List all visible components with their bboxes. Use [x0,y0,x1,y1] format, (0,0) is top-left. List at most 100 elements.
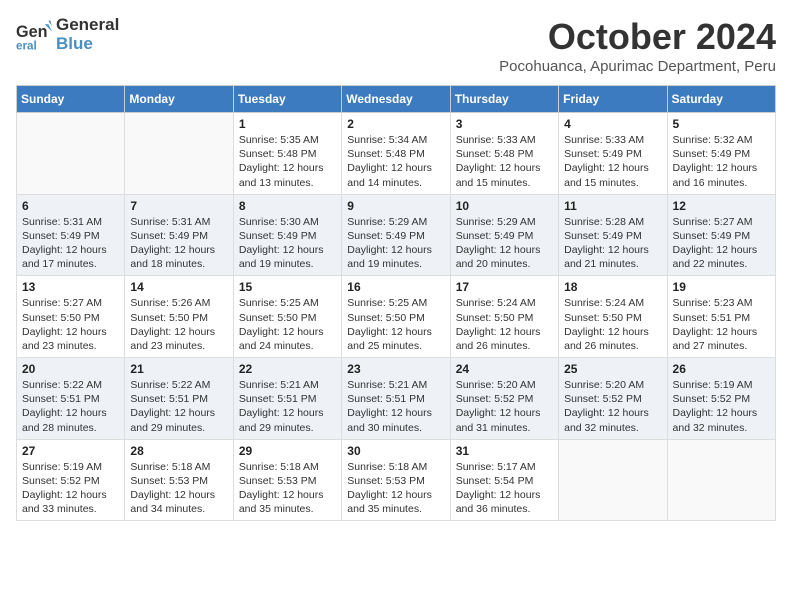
calendar-cell: 11Sunrise: 5:28 AMSunset: 5:49 PMDayligh… [559,194,667,276]
column-header-wednesday: Wednesday [342,86,450,113]
calendar-cell: 15 Sunrise: 5:25 AMSunset: 5:50 PMDayligh… [233,276,341,358]
calendar-week-row: 13Sunrise: 5:27 AMSunset: 5:50 PMDayligh… [17,276,776,358]
sunset-text: Sunset: 5:49 PM [347,229,444,243]
calendar-table: SundayMondayTuesdayWednesdayThursdayFrid… [16,85,776,521]
calendar-cell: 28 Sunrise: 5:18 AMSunset: 5:53 PMDayligh… [125,439,233,521]
column-header-saturday: Saturday [667,86,775,113]
sunrise-text: Sunrise: 5:25 AM [239,296,336,310]
sunset-text: Sunset: 5:48 PM [456,147,553,161]
day-info: Sunrise: 5:18 AMSunset: 5:53 PMDaylight:… [130,460,227,517]
day-info: Sunrise: 5:29 AMSunset: 5:49 PMDaylight:… [456,215,553,272]
day-number: 13 [22,280,119,294]
daylight-text: Daylight: 12 hours and 16 minutes. [673,161,770,189]
sunrise-text: Sunrise: 5:29 AM [347,215,444,229]
day-info: Sunrise: 5:27 AMSunset: 5:49 PMDaylight:… [673,215,770,272]
sunset-text: Sunset: 5:52 PM [456,392,553,406]
sunrise-text: Sunrise: 5:26 AM [130,296,227,310]
calendar-cell: 23 Sunrise: 5:21 AMSunset: 5:51 PMDayligh… [342,358,450,440]
calendar-week-row: 1Sunrise: 5:35 AMSunset: 5:48 PMDaylight… [17,113,776,195]
sunset-text: Sunset: 5:50 PM [564,311,661,325]
calendar-cell: 4 Sunrise: 5:33 AMSunset: 5:49 PMDaylight… [559,113,667,195]
calendar-cell: 20 Sunrise: 5:22 AMSunset: 5:51 PMDayligh… [17,358,125,440]
daylight-text: Daylight: 12 hours and 17 minutes. [22,243,119,271]
sunset-text: Sunset: 5:53 PM [130,474,227,488]
page-header: Gen eral General Blue October 2024 Pocoh… [16,16,776,75]
calendar-cell: 19Sunrise: 5:23 AMSunset: 5:51 PMDayligh… [667,276,775,358]
day-number: 20 [22,362,119,376]
sunset-text: Sunset: 5:49 PM [456,229,553,243]
sunrise-text: Sunrise: 5:18 AM [130,460,227,474]
daylight-text: Daylight: 12 hours and 32 minutes. [673,406,770,434]
sunrise-text: Sunrise: 5:31 AM [22,215,119,229]
day-info: Sunrise: 5:19 AMSunset: 5:52 PMDaylight:… [673,378,770,435]
svg-text:eral: eral [16,39,37,52]
column-header-monday: Monday [125,86,233,113]
sunrise-text: Sunrise: 5:18 AM [239,460,336,474]
calendar-cell [125,113,233,195]
calendar-cell: 17Sunrise: 5:24 AMSunset: 5:50 PMDayligh… [450,276,558,358]
daylight-text: Daylight: 12 hours and 25 minutes. [347,325,444,353]
day-number: 15 [239,280,336,294]
sunrise-text: Sunrise: 5:28 AM [564,215,661,229]
calendar-cell: 31Sunrise: 5:17 AMSunset: 5:54 PMDayligh… [450,439,558,521]
day-info: Sunrise: 5:20 AMSunset: 5:52 PMDaylight:… [456,378,553,435]
day-info: Sunrise: 5:22 AMSunset: 5:51 PMDaylight:… [22,378,119,435]
day-info: Sunrise: 5:18 AMSunset: 5:53 PMDaylight:… [347,460,444,517]
daylight-text: Daylight: 12 hours and 15 minutes. [564,161,661,189]
day-number: 17 [456,280,553,294]
day-number: 5 [673,117,770,131]
sunrise-text: Sunrise: 5:19 AM [673,378,770,392]
day-info: Sunrise: 5:26 AMSunset: 5:50 PMDaylight:… [130,296,227,353]
daylight-text: Daylight: 12 hours and 13 minutes. [239,161,336,189]
daylight-text: Daylight: 12 hours and 26 minutes. [564,325,661,353]
daylight-text: Daylight: 12 hours and 18 minutes. [130,243,227,271]
sunrise-text: Sunrise: 5:24 AM [564,296,661,310]
day-number: 2 [347,117,444,131]
calendar-cell: 21Sunrise: 5:22 AMSunset: 5:51 PMDayligh… [125,358,233,440]
daylight-text: Daylight: 12 hours and 27 minutes. [673,325,770,353]
day-info: Sunrise: 5:31 AMSunset: 5:49 PMDaylight:… [22,215,119,272]
sunrise-text: Sunrise: 5:35 AM [239,133,336,147]
day-info: Sunrise: 5:21 AMSunset: 5:51 PMDaylight:… [347,378,444,435]
sunrise-text: Sunrise: 5:19 AM [22,460,119,474]
sunset-text: Sunset: 5:49 PM [564,147,661,161]
calendar-cell: 22Sunrise: 5:21 AMSunset: 5:51 PMDayligh… [233,358,341,440]
sunset-text: Sunset: 5:51 PM [239,392,336,406]
day-number: 16 [347,280,444,294]
day-info: Sunrise: 5:32 AMSunset: 5:49 PMDaylight:… [673,133,770,190]
day-number: 8 [239,199,336,213]
daylight-text: Daylight: 12 hours and 34 minutes. [130,488,227,516]
day-number: 23 [347,362,444,376]
calendar-week-row: 20 Sunrise: 5:22 AMSunset: 5:51 PMDayligh… [17,358,776,440]
sunset-text: Sunset: 5:49 PM [130,229,227,243]
sunset-text: Sunset: 5:49 PM [239,229,336,243]
day-info: Sunrise: 5:25 AMSunset: 5:50 PMDaylight:… [239,296,336,353]
day-info: Sunrise: 5:30 AMSunset: 5:49 PMDaylight:… [239,215,336,272]
sunrise-text: Sunrise: 5:20 AM [456,378,553,392]
sunset-text: Sunset: 5:51 PM [22,392,119,406]
daylight-text: Daylight: 12 hours and 35 minutes. [347,488,444,516]
calendar-cell: 10Sunrise: 5:29 AMSunset: 5:49 PMDayligh… [450,194,558,276]
day-number: 7 [130,199,227,213]
day-number: 14 [130,280,227,294]
sunset-text: Sunset: 5:50 PM [347,311,444,325]
daylight-text: Daylight: 12 hours and 24 minutes. [239,325,336,353]
daylight-text: Daylight: 12 hours and 33 minutes. [22,488,119,516]
daylight-text: Daylight: 12 hours and 35 minutes. [239,488,336,516]
daylight-text: Daylight: 12 hours and 23 minutes. [130,325,227,353]
sunrise-text: Sunrise: 5:23 AM [673,296,770,310]
calendar-cell [667,439,775,521]
sunset-text: Sunset: 5:53 PM [347,474,444,488]
day-info: Sunrise: 5:22 AMSunset: 5:51 PMDaylight:… [130,378,227,435]
daylight-text: Daylight: 12 hours and 14 minutes. [347,161,444,189]
sunset-text: Sunset: 5:50 PM [456,311,553,325]
sunset-text: Sunset: 5:49 PM [564,229,661,243]
day-number: 4 [564,117,661,131]
sunset-text: Sunset: 5:51 PM [347,392,444,406]
day-number: 28 [130,444,227,458]
day-number: 3 [456,117,553,131]
day-info: Sunrise: 5:33 AMSunset: 5:49 PMDaylight:… [564,133,661,190]
day-number: 24 [456,362,553,376]
sunset-text: Sunset: 5:48 PM [239,147,336,161]
logo-icon: Gen eral [16,17,52,53]
